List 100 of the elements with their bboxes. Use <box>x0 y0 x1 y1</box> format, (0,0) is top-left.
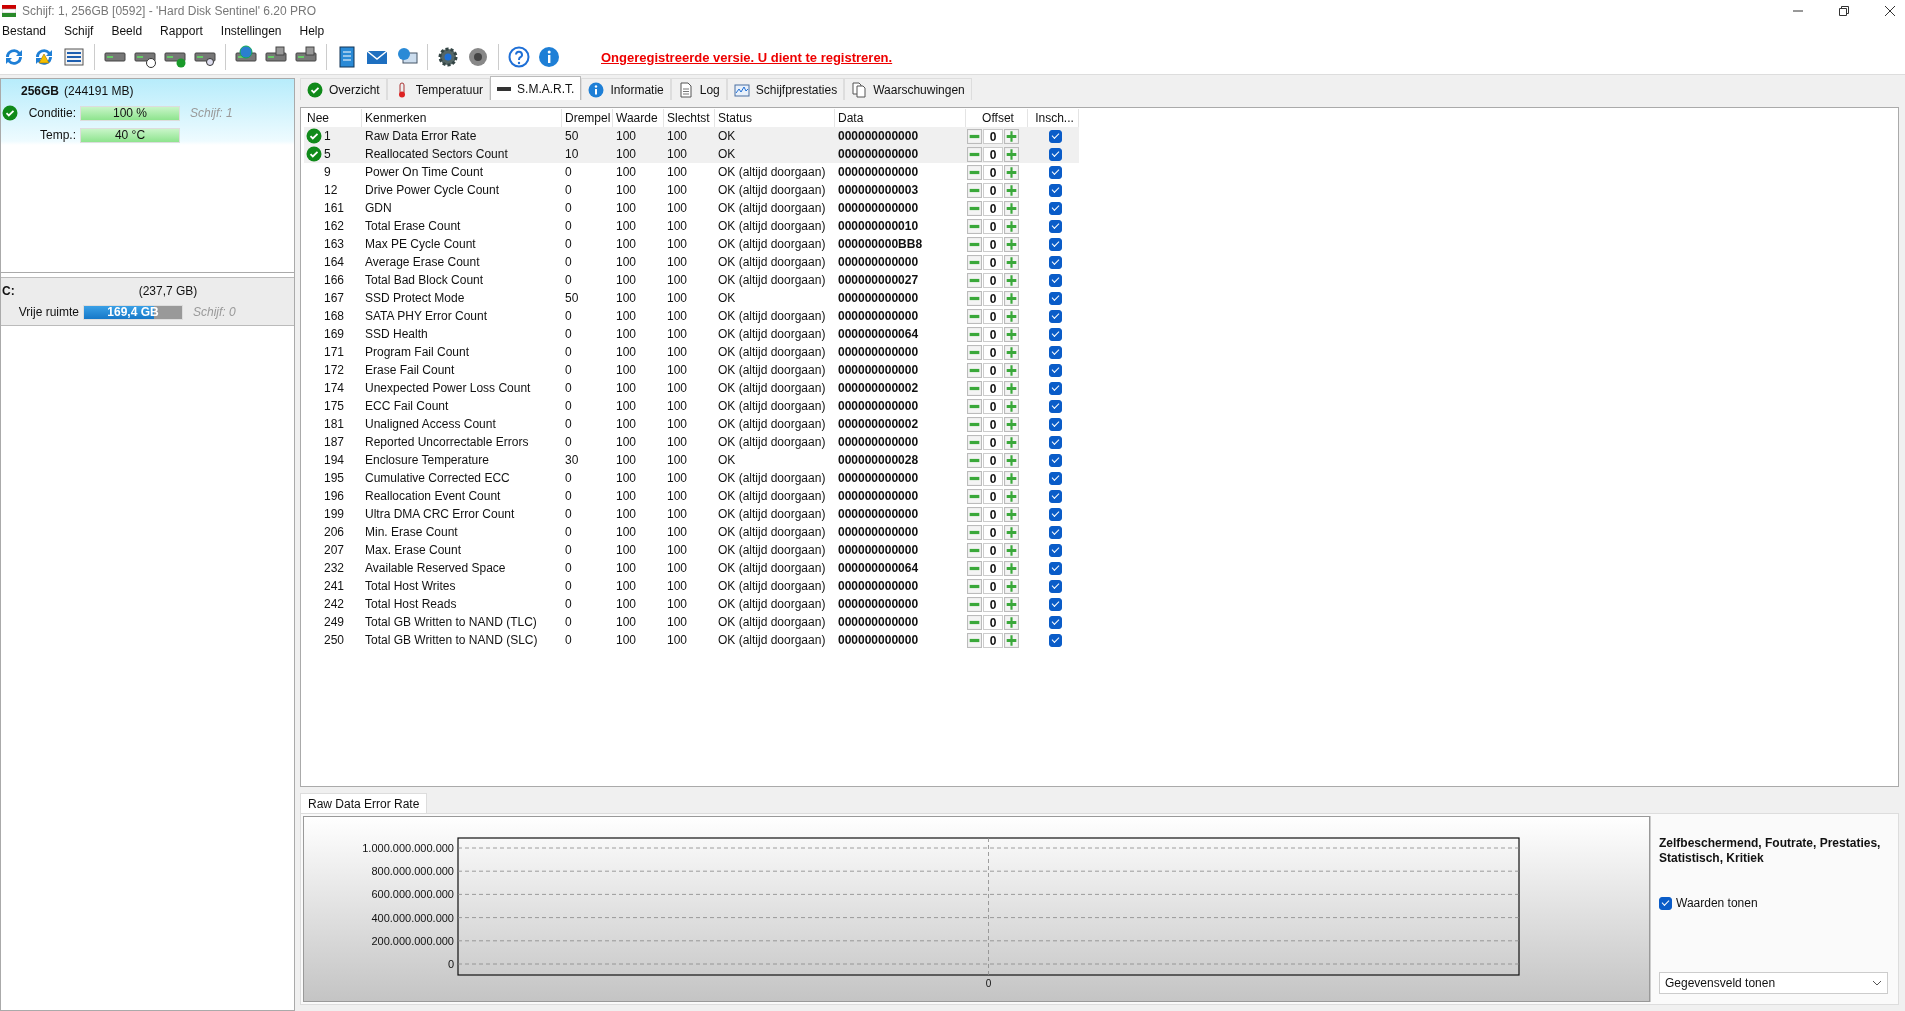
help-icon[interactable] <box>507 45 531 69</box>
minus-icon[interactable] <box>967 272 982 288</box>
plus-icon[interactable] <box>1004 416 1019 432</box>
drive-list-icon[interactable] <box>62 45 86 69</box>
minus-icon[interactable] <box>967 326 982 342</box>
offset-field[interactable]: 0 <box>983 398 1003 414</box>
plus-icon[interactable] <box>1004 308 1019 324</box>
plus-icon[interactable] <box>1004 524 1019 540</box>
minus-icon[interactable] <box>967 218 982 234</box>
offset-field[interactable]: 0 <box>983 416 1003 432</box>
plus-icon[interactable] <box>1004 452 1019 468</box>
minus-icon[interactable] <box>967 146 982 162</box>
offset-field[interactable]: 0 <box>983 362 1003 378</box>
plus-icon[interactable] <box>1004 578 1019 594</box>
offset-field[interactable]: 0 <box>983 182 1003 198</box>
minus-icon[interactable] <box>967 200 982 216</box>
tab[interactable]: S.M.A.R.T. <box>490 76 582 100</box>
offset-field[interactable]: 0 <box>983 128 1003 144</box>
checkbox[interactable] <box>1048 579 1062 593</box>
minus-icon[interactable] <box>967 578 982 594</box>
menu-item[interactable]: Instellingen <box>219 24 291 38</box>
checkbox[interactable] <box>1659 896 1672 910</box>
minus-icon[interactable] <box>967 254 982 270</box>
offset-field[interactable]: 0 <box>983 560 1003 576</box>
checkbox[interactable] <box>1048 507 1062 521</box>
offset-field[interactable]: 0 <box>983 596 1003 612</box>
checkbox[interactable] <box>1048 201 1062 215</box>
plus-icon[interactable] <box>1004 542 1019 558</box>
checkbox[interactable] <box>1048 399 1062 413</box>
partition-card[interactable]: C: (237,7 GB) Vrije ruimte 169,4 GB Schijf: 0 <box>1 277 294 326</box>
tab[interactable]: Log <box>670 78 727 100</box>
checkbox[interactable] <box>1048 327 1062 341</box>
offset-field[interactable]: 0 <box>983 236 1003 252</box>
menu-item[interactable]: Help <box>298 24 334 38</box>
offset-field[interactable]: 0 <box>983 146 1003 162</box>
plus-icon[interactable] <box>1004 146 1019 162</box>
checkbox[interactable] <box>1048 597 1062 611</box>
offset-field[interactable]: 0 <box>983 272 1003 288</box>
minus-icon[interactable] <box>967 380 982 396</box>
plus-icon[interactable] <box>1004 236 1019 252</box>
tab[interactable]: Schijfprestaties <box>726 78 845 100</box>
checkbox[interactable] <box>1048 525 1062 539</box>
menu-item[interactable]: Rapport <box>159 24 212 38</box>
minus-icon[interactable] <box>967 524 982 540</box>
checkbox[interactable] <box>1048 219 1062 233</box>
tab[interactable]: Overzicht <box>300 78 387 100</box>
plus-icon[interactable] <box>1004 434 1019 450</box>
offset-field[interactable]: 0 <box>983 164 1003 180</box>
plus-icon[interactable] <box>1004 614 1019 630</box>
checkbox[interactable] <box>1048 165 1062 179</box>
offset-field[interactable]: 0 <box>983 632 1003 648</box>
minus-icon[interactable] <box>967 488 982 504</box>
checkbox[interactable] <box>1048 435 1062 449</box>
plus-icon[interactable] <box>1004 344 1019 360</box>
checkbox[interactable] <box>1048 417 1062 431</box>
plus-icon[interactable] <box>1004 272 1019 288</box>
plus-icon[interactable] <box>1004 398 1019 414</box>
offset-field[interactable]: 0 <box>983 380 1003 396</box>
checkbox[interactable] <box>1048 381 1062 395</box>
plus-icon[interactable] <box>1004 470 1019 486</box>
tab[interactable]: Informatie <box>581 78 671 100</box>
checkbox[interactable] <box>1048 471 1062 485</box>
minus-icon[interactable] <box>967 614 982 630</box>
minus-icon[interactable] <box>967 434 982 450</box>
minus-icon[interactable] <box>967 308 982 324</box>
tab[interactable]: Waarschuwingen <box>844 78 972 100</box>
plus-icon[interactable] <box>1004 560 1019 576</box>
menu-item[interactable]: Beeld <box>110 24 152 38</box>
offset-field[interactable]: 0 <box>983 542 1003 558</box>
offset-field[interactable]: 0 <box>983 614 1003 630</box>
disk-card[interactable]: 256GB (244191 MB) Conditie: 100 % Schijf: 1 Temp.: 40 °C <box>1 79 294 273</box>
checkbox[interactable] <box>1048 543 1062 557</box>
minus-icon[interactable] <box>967 164 982 180</box>
plus-icon[interactable] <box>1004 362 1019 378</box>
offset-field[interactable]: 0 <box>983 254 1003 270</box>
checkbox[interactable] <box>1048 147 1062 161</box>
offset-field[interactable]: 0 <box>983 506 1003 522</box>
close-icon[interactable] <box>1885 6 1895 16</box>
checkbox[interactable] <box>1048 453 1062 467</box>
minus-icon[interactable] <box>967 506 982 522</box>
plus-icon[interactable] <box>1004 488 1019 504</box>
minus-icon[interactable] <box>967 542 982 558</box>
offset-field[interactable]: 0 <box>983 344 1003 360</box>
offset-field[interactable]: 0 <box>983 200 1003 216</box>
plus-icon[interactable] <box>1004 290 1019 306</box>
plus-icon[interactable] <box>1004 326 1019 342</box>
menu-item[interactable]: Schijf <box>63 24 103 38</box>
checkbox[interactable] <box>1048 237 1062 251</box>
dropdown[interactable]: Gegevensveld tonen <box>1659 972 1888 994</box>
minus-icon[interactable] <box>967 416 982 432</box>
register-link[interactable]: Ongeregistreerde versie. U dient te registreren. <box>601 49 893 65</box>
checkbox[interactable] <box>1048 291 1062 305</box>
offset-field[interactable]: 0 <box>983 326 1003 342</box>
checkbox[interactable] <box>1048 129 1062 143</box>
minus-icon[interactable] <box>967 344 982 360</box>
plus-icon[interactable] <box>1004 128 1019 144</box>
checkbox[interactable] <box>1048 489 1062 503</box>
offset-field[interactable]: 0 <box>983 578 1003 594</box>
minus-icon[interactable] <box>967 236 982 252</box>
plus-icon[interactable] <box>1004 182 1019 198</box>
